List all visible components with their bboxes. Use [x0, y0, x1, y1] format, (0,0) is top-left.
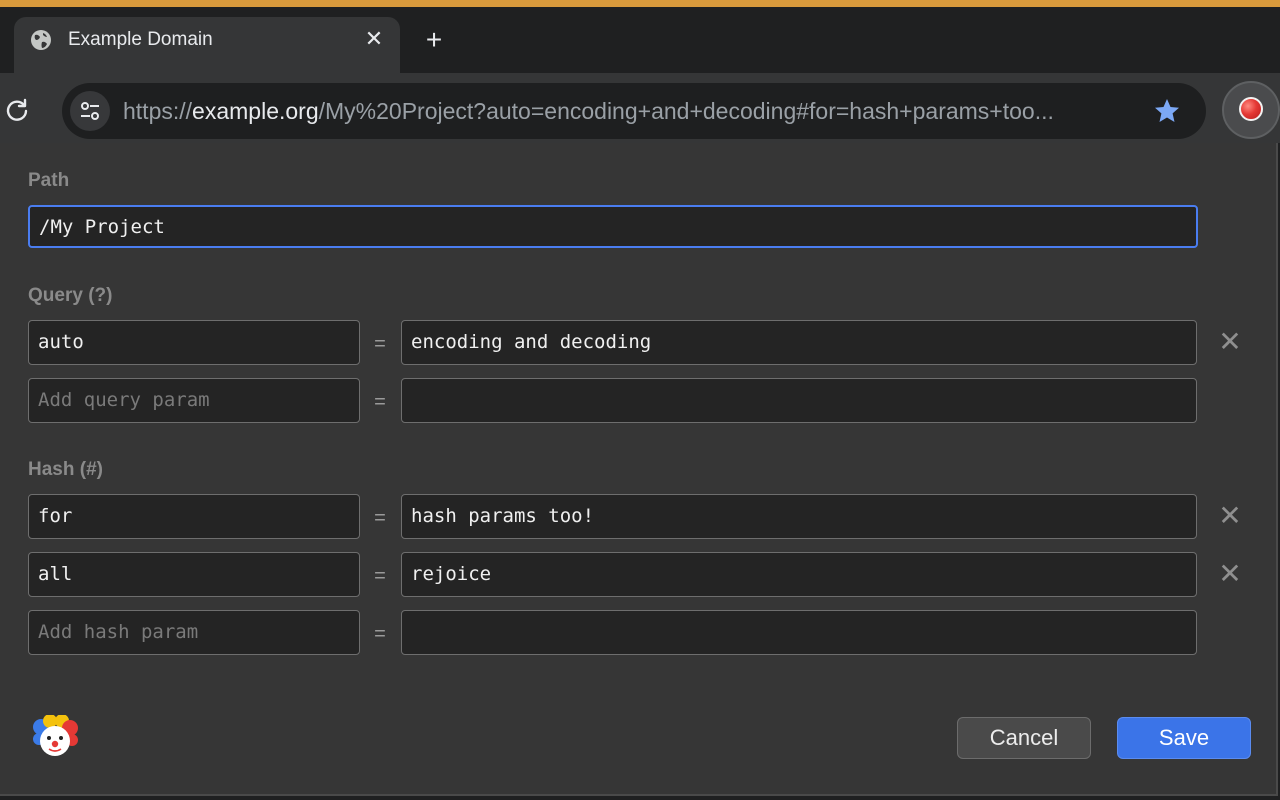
remove-icon[interactable]: ✕ [1216, 560, 1244, 588]
hash-key-input[interactable]: for [28, 494, 360, 539]
tab-example-domain[interactable]: Example Domain ✕ [14, 17, 400, 73]
add-query-key-input[interactable]: Add query param [28, 378, 360, 423]
add-hash-value-input[interactable] [401, 610, 1197, 655]
hash-value-input[interactable]: hash params too! [401, 494, 1197, 539]
plus-icon[interactable]: + [420, 26, 448, 55]
url-text[interactable]: https://example.org/My%20Project?auto=en… [123, 98, 1138, 124]
hash-key-input[interactable]: all [28, 552, 360, 597]
url-rest: /My%20Project?auto=encoding+and+decoding… [318, 98, 1054, 124]
window-top-accent [0, 0, 1280, 7]
query-value-input[interactable]: encoding and decoding [401, 320, 1197, 365]
path-input[interactable]: /My Project [28, 205, 1198, 248]
tune-icon [81, 102, 99, 120]
site-settings-icon[interactable] [70, 91, 110, 131]
hash-value-input[interactable]: rejoice [401, 552, 1197, 597]
tab-title: Example Domain [68, 29, 213, 50]
remove-icon[interactable]: ✕ [1216, 328, 1244, 356]
add-query-value-input[interactable] [401, 378, 1197, 423]
equals-sign: = [374, 391, 386, 413]
equals-sign: = [374, 565, 386, 587]
address-bar[interactable]: https://example.org/My%20Project?auto=en… [62, 83, 1206, 139]
extension-button[interactable] [1222, 81, 1280, 139]
record-icon [1239, 97, 1263, 121]
close-icon[interactable]: ✕ [362, 27, 386, 51]
hash-label: Hash (#) [28, 459, 103, 480]
star-icon[interactable] [1153, 97, 1181, 125]
remove-icon[interactable]: ✕ [1216, 502, 1244, 530]
equals-sign: = [374, 507, 386, 529]
url-host: example.org [192, 98, 319, 124]
browser-toolbar: https://example.org/My%20Project?auto=en… [0, 73, 1280, 143]
save-button[interactable]: Save [1117, 717, 1251, 759]
cancel-button[interactable]: Cancel [957, 717, 1091, 759]
url-editor-panel: Path /My Project Query (?) auto = encodi… [0, 143, 1278, 796]
query-key-input[interactable]: auto [28, 320, 360, 365]
reload-icon[interactable] [4, 97, 30, 123]
globe-icon [31, 30, 51, 50]
equals-sign: = [374, 623, 386, 645]
tab-strip: Example Domain ✕ + [0, 7, 1280, 73]
path-label: Path [28, 170, 70, 191]
query-label: Query (?) [28, 285, 113, 306]
url-scheme: https:// [123, 98, 193, 124]
equals-sign: = [374, 333, 386, 355]
clown-logo-icon [33, 715, 78, 756]
add-hash-key-input[interactable]: Add hash param [28, 610, 360, 655]
